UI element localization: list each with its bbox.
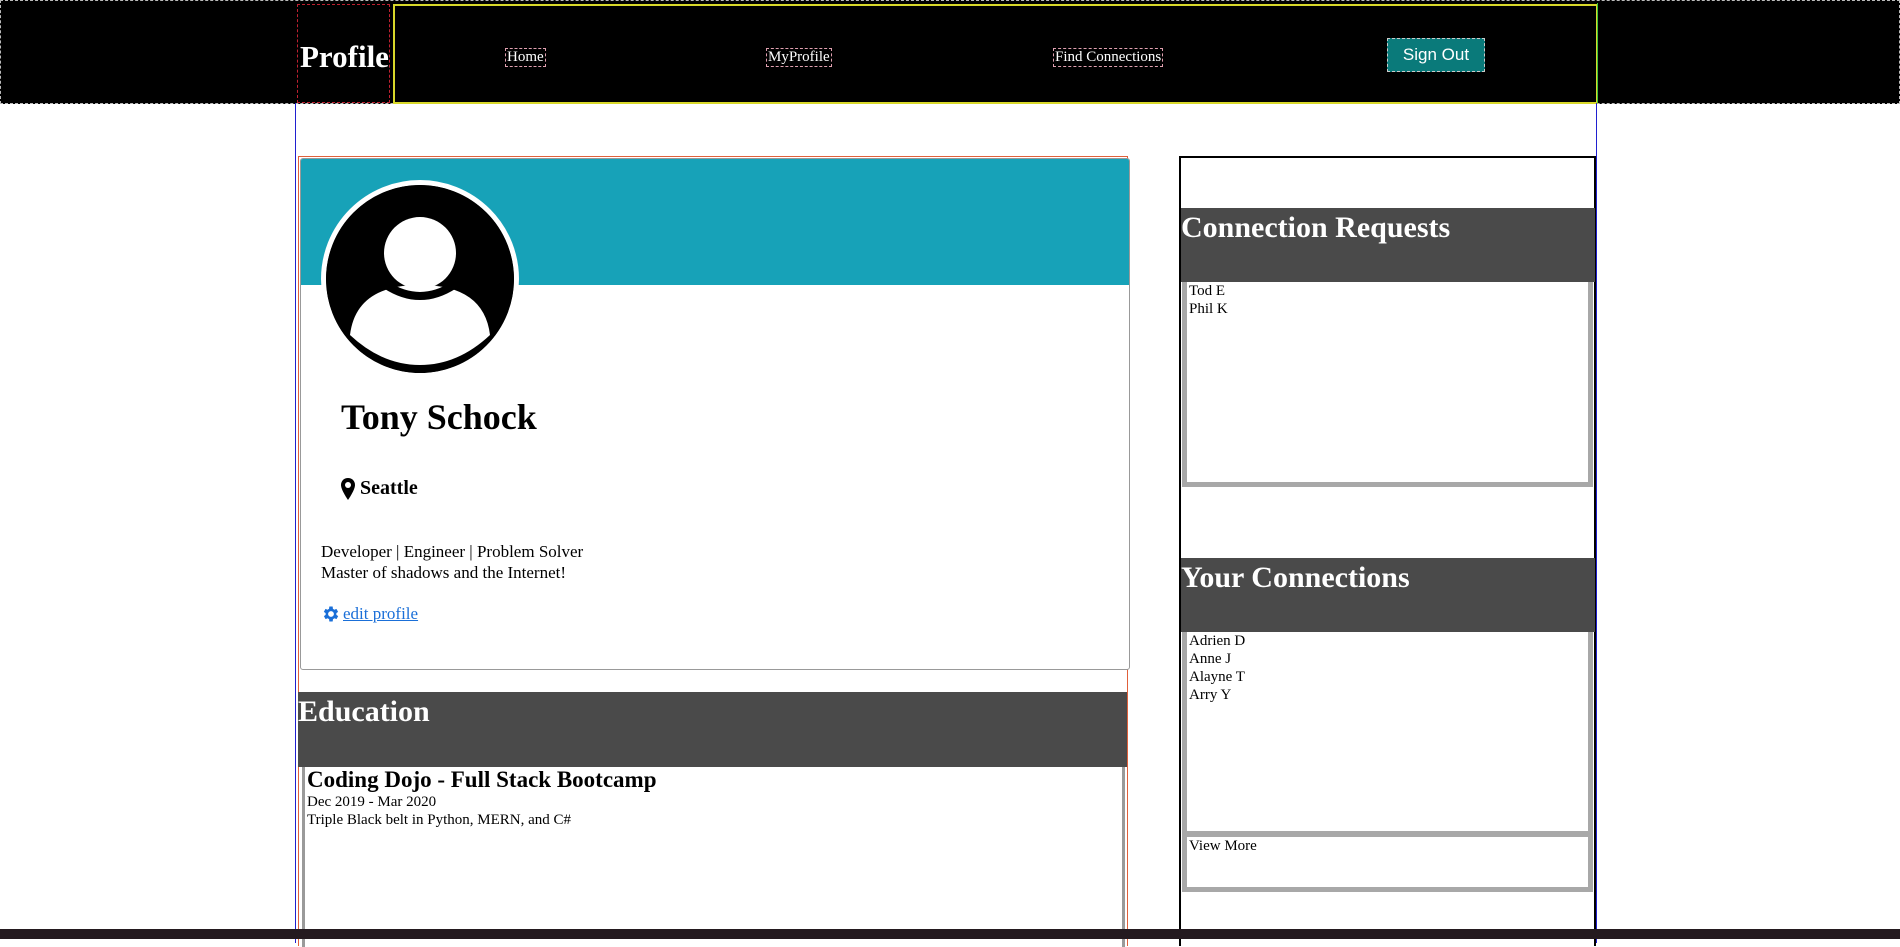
education-header: Education [298, 692, 1127, 767]
your-connections-header: Your Connections [1181, 558, 1595, 632]
your-connections-list: Adrien D Anne J Alayne T Arry Y [1182, 632, 1593, 836]
sign-out-button[interactable]: Sign Out [1387, 38, 1485, 72]
education-description: Triple Black belt in Python, MERN, and C… [307, 812, 572, 828]
bio-line-1: Developer | Engineer | Problem Solver [321, 542, 584, 561]
bio-line-2: Master of shadows and the Internet! [321, 563, 567, 582]
nav-link-home[interactable]: Home [505, 48, 546, 67]
nav-link-find-connections[interactable]: Find Connections [1053, 48, 1164, 67]
education-school: Coding Dojo - Full Stack Bootcamp [307, 767, 657, 792]
connection-requests-header: Connection Requests [1181, 208, 1595, 282]
nav-link-myprofile[interactable]: MyProfile [766, 48, 832, 67]
edit-profile-link[interactable]: edit profile [321, 604, 418, 624]
location-label: Seattle [360, 477, 418, 499]
gear-icon [323, 606, 339, 622]
education-list: Coding Dojo - Full Stack Bootcamp Dec 20… [302, 767, 1125, 947]
request-item[interactable]: Tod E [1189, 282, 1588, 300]
navbar-divider [1597, 3, 1598, 103]
connection-item[interactable]: Arry Y [1189, 686, 1588, 704]
profile-card: Tony Schock Seattle Developer | Engineer… [300, 158, 1130, 670]
top-navbar: Profile Home MyProfile Find Connections … [0, 0, 1900, 104]
connection-item[interactable]: Adrien D [1189, 632, 1588, 650]
connection-requests-list: Tod E Phil K [1182, 282, 1593, 487]
map-pin-icon [341, 477, 355, 500]
education-dates: Dec 2019 - Mar 2020 [307, 794, 437, 810]
request-item[interactable]: Phil K [1189, 300, 1588, 318]
view-more-button[interactable]: View More [1182, 834, 1593, 892]
brand-title: Profile [297, 4, 390, 103]
edit-profile-label[interactable]: edit profile [343, 604, 418, 624]
profile-location: Seattle [341, 477, 418, 500]
user-avatar-icon [321, 180, 519, 378]
os-taskbar [0, 929, 1900, 939]
profile-name: Tony Schock [341, 397, 537, 437]
connection-item[interactable]: Alayne T [1189, 668, 1588, 686]
connection-item[interactable]: Anne J [1189, 650, 1588, 668]
